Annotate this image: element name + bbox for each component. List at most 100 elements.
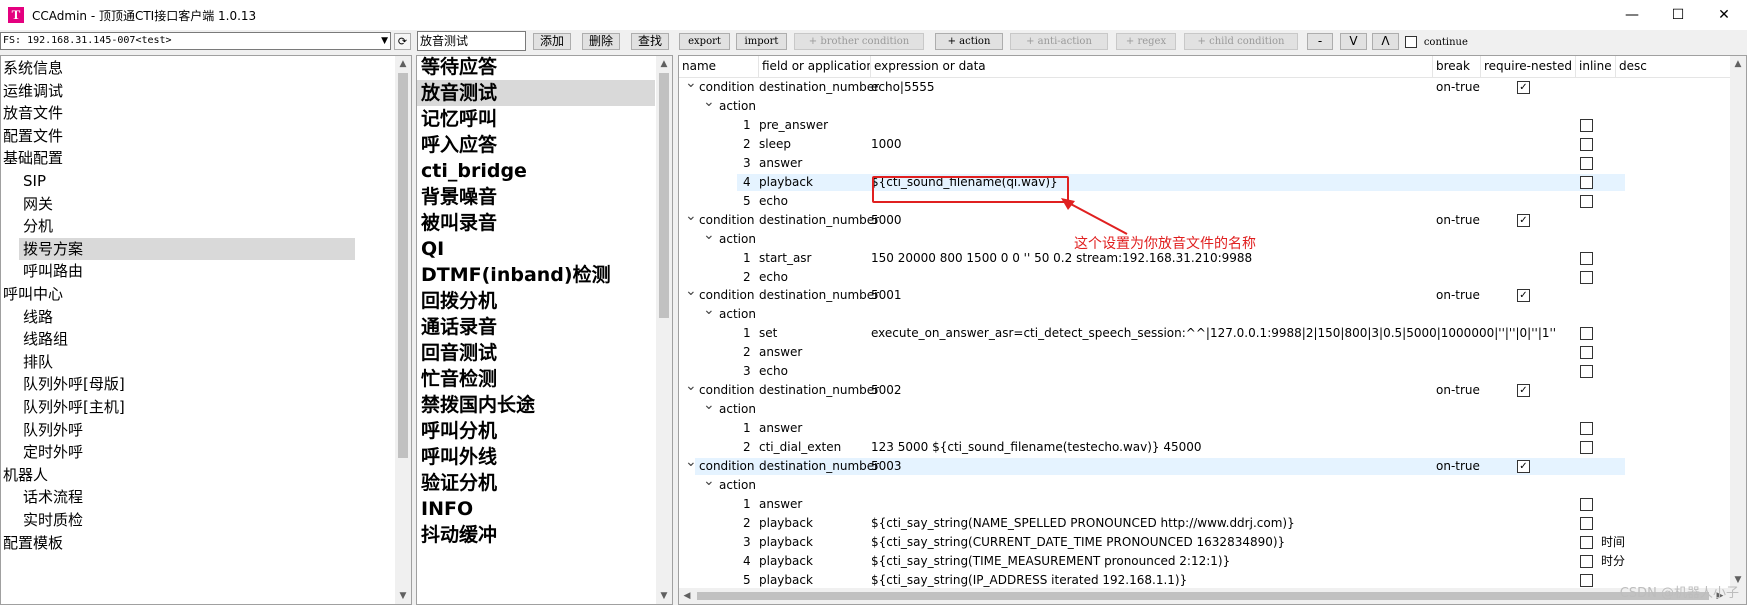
grid-row[interactable]: 1 pre_answer <box>679 117 1625 134</box>
nav-item[interactable]: 呼叫路由 <box>23 260 83 282</box>
grid-row[interactable]: ⌄ action <box>679 302 1625 323</box>
grid-row[interactable]: 2 answer <box>679 344 1625 361</box>
inline-checkbox[interactable] <box>1580 497 1593 511</box>
plan-item[interactable]: QI <box>421 236 444 262</box>
anti-action-button[interactable]: + anti-action <box>1010 33 1108 50</box>
grid-row[interactable]: 5 playback ${cti_say_string(IP_ADDRESS ite… <box>679 572 1625 589</box>
scroll-down-icon[interactable]: ▼ <box>395 588 411 604</box>
grid-row[interactable]: ⌄ action <box>679 473 1625 494</box>
plan-item[interactable]: 背景噪音 <box>421 184 497 210</box>
inline-checkbox[interactable] <box>1580 137 1593 151</box>
chevron-down-icon[interactable]: ⌄ <box>703 302 715 319</box>
inline-checkbox[interactable] <box>1580 327 1593 341</box>
regex-button[interactable]: + regex <box>1116 33 1176 50</box>
nav-item[interactable]: 拨号方案 <box>23 238 83 260</box>
plan-item[interactable]: 通话录音 <box>421 314 497 340</box>
plan-item[interactable]: 禁拨国内长途 <box>421 392 535 418</box>
close-button[interactable]: ✕ <box>1701 0 1747 30</box>
plan-name-input[interactable]: 放音测试 <box>417 31 526 51</box>
server-select[interactable]: FS: 192.168.31.145-007<test> ▼ <box>0 32 391 50</box>
scroll-up-icon[interactable]: ▲ <box>1730 56 1746 72</box>
grid-row[interactable]: 2 echo <box>679 269 1625 286</box>
chevron-down-icon[interactable]: ⌄ <box>685 208 697 225</box>
chevron-down-icon[interactable]: ⌄ <box>703 473 715 490</box>
grid-row[interactable]: ⌄ condition destination_number 5001 on-true ✓ <box>679 283 1625 304</box>
grid-row[interactable]: 3 answer <box>679 155 1625 172</box>
grid-row[interactable]: 1 set execute_on_answer_asr=cti_detect_spe… <box>679 325 1625 342</box>
scroll-up-icon[interactable]: ▲ <box>656 56 672 72</box>
grid-row[interactable]: 2 cti_dial_exten 123 5000 ${cti_sound_file… <box>679 439 1625 456</box>
inline-checkbox[interactable] <box>1580 251 1593 265</box>
plan-item[interactable]: 验证分机 <box>421 470 497 496</box>
continue-checkbox[interactable] <box>1405 35 1417 48</box>
remove-button[interactable]: - <box>1307 33 1333 50</box>
nav-item[interactable]: 队列外呼[母版] <box>23 373 125 395</box>
minimize-button[interactable]: — <box>1609 0 1655 30</box>
require-nested-checkbox[interactable]: ✓ <box>1517 460 1530 473</box>
chevron-down-icon[interactable]: ⌄ <box>685 283 697 300</box>
maximize-button[interactable]: ☐ <box>1655 0 1701 30</box>
require-nested-checkbox[interactable]: ✓ <box>1517 384 1530 398</box>
child-condition-button[interactable]: + child condition <box>1184 33 1298 50</box>
chevron-down-icon[interactable]: ⌄ <box>703 397 715 414</box>
export-button[interactable]: export <box>679 33 730 50</box>
grid-row[interactable]: 1 answer <box>679 496 1625 513</box>
inline-checkbox[interactable] <box>1580 194 1593 208</box>
nav-scrollbar[interactable]: ▲ ▼ <box>395 56 411 604</box>
search-button[interactable]: 查找 <box>631 33 669 50</box>
grid-row[interactable]: 4 playback ${cti_sound_filename(qi.wav)} <box>737 173 1625 191</box>
chevron-down-icon[interactable]: ⌄ <box>685 77 697 92</box>
plan-item[interactable]: 抖动缓冲 <box>421 522 497 548</box>
nav-item[interactable]: 配置文件 <box>3 125 63 147</box>
nav-item[interactable]: SIP <box>23 170 46 192</box>
nav-item[interactable]: 线路 <box>23 306 53 328</box>
grid-row[interactable]: ⌄ condition destination_number 5003 on-true ✓ <box>685 454 1625 475</box>
grid-scrollbar[interactable]: ▲ ▼ <box>1730 56 1746 604</box>
inline-checkbox[interactable] <box>1580 175 1593 189</box>
scroll-left-icon[interactable]: ◀ <box>679 588 695 604</box>
grid-row[interactable]: ⌄ action <box>679 94 1625 115</box>
grid-row[interactable]: 3 playback ${cti_say_string(CURRENT_DATE_T… <box>679 534 1625 551</box>
inline-checkbox[interactable] <box>1580 156 1593 170</box>
brother-condition-button[interactable]: + brother condition <box>794 33 924 50</box>
plan-item[interactable]: 被叫录音 <box>421 210 497 236</box>
add-button[interactable]: 添加 <box>533 33 571 50</box>
inline-checkbox[interactable] <box>1580 422 1593 436</box>
grid-row[interactable]: ⌄ condition destination_number 5002 on-true ✓ <box>679 378 1625 399</box>
nav-item[interactable]: 运维调试 <box>3 80 63 102</box>
delete-button[interactable]: 删除 <box>582 33 620 50</box>
require-nested-checkbox[interactable]: ✓ <box>1517 213 1530 227</box>
column-header[interactable]: expression or data <box>871 56 1433 77</box>
scroll-up-icon[interactable]: ▲ <box>395 56 411 72</box>
plan-item[interactable]: DTMF(inband)检测 <box>421 262 611 288</box>
nav-item[interactable]: 实时质检 <box>23 509 83 531</box>
plan-scrollbar[interactable]: ▲ ▼ <box>656 56 672 604</box>
continue-toggle[interactable]: continue <box>1405 33 1468 50</box>
import-button[interactable]: import <box>736 33 787 50</box>
plan-item[interactable]: 放音测试 <box>421 80 497 106</box>
plan-item[interactable]: 呼叫分机 <box>421 418 497 444</box>
nav-item[interactable]: 话术流程 <box>23 486 83 508</box>
column-header[interactable]: break <box>1433 56 1481 77</box>
plan-item[interactable]: 等待应答 <box>421 56 497 80</box>
nav-item[interactable]: 配置模板 <box>3 532 63 554</box>
nav-item[interactable]: 放音文件 <box>3 102 63 124</box>
grid-row[interactable]: ⌄ action <box>679 397 1625 418</box>
nav-item[interactable]: 基础配置 <box>3 147 63 169</box>
grid-row[interactable]: ⌄ condition destination_number 5000 on-true ✓ <box>679 208 1625 229</box>
inline-checkbox[interactable] <box>1580 441 1593 455</box>
nav-item[interactable]: 呼叫中心 <box>3 283 63 305</box>
grid-row[interactable]: 2 playback ${cti_say_string(NAME_SPELLED P… <box>679 515 1625 532</box>
column-header[interactable]: desc <box>1616 56 1736 77</box>
move-down-button[interactable]: V <box>1340 33 1367 50</box>
plan-item[interactable]: 呼入应答 <box>421 132 497 158</box>
nav-item[interactable]: 网关 <box>23 193 53 215</box>
plan-item[interactable]: 回拨分机 <box>421 288 497 314</box>
hscroll-thumb[interactable] <box>697 592 1709 600</box>
inline-checkbox[interactable] <box>1580 270 1593 284</box>
inline-checkbox[interactable] <box>1580 516 1593 530</box>
grid-row[interactable]: 4 playback ${cti_say_string(TIME_MEASUREME… <box>679 553 1625 570</box>
chevron-down-icon[interactable]: ⌄ <box>685 454 697 471</box>
inline-checkbox[interactable] <box>1580 554 1593 568</box>
chevron-down-icon[interactable]: ⌄ <box>685 378 697 395</box>
